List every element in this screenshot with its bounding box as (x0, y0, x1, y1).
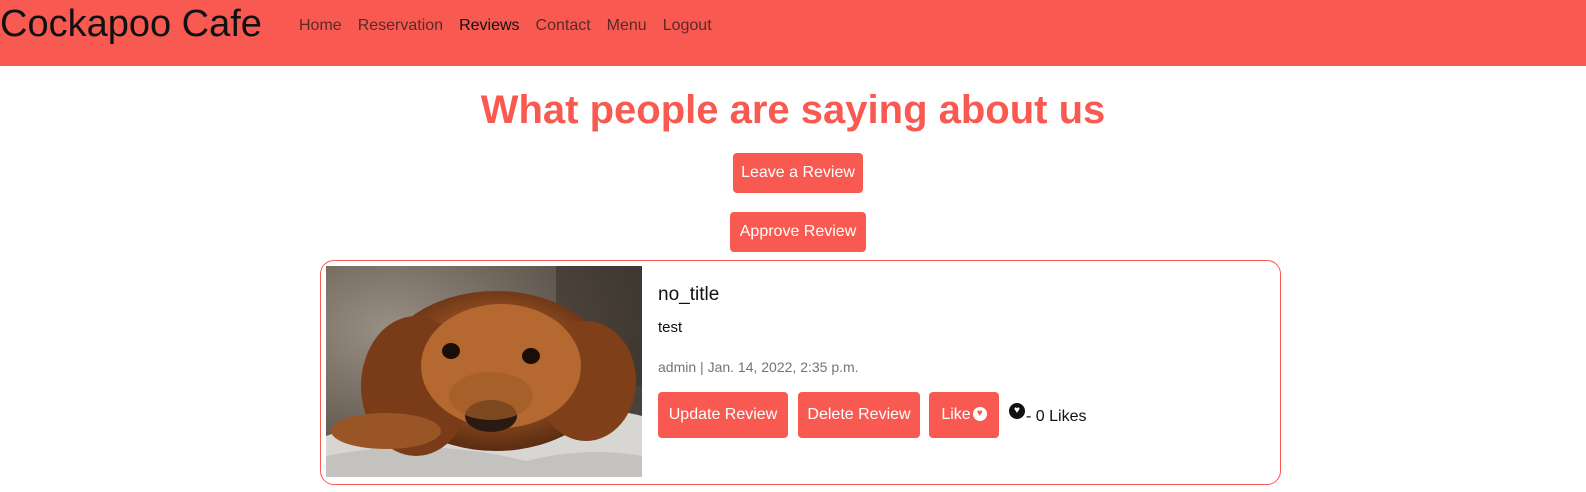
nav-link-home[interactable]: Home (299, 16, 342, 36)
like-button-label: Like (941, 406, 971, 423)
nav-links: Home Reservation Reviews Contact Menu Lo… (299, 16, 712, 36)
approve-review-button[interactable]: Approve Review (730, 212, 866, 252)
page-title: What people are saying about us (480, 88, 1106, 132)
review-date: Jan. 14, 2022, 2:35 p.m. (707, 359, 859, 375)
brand-logo-text[interactable]: Cockapoo Cafe (0, 2, 262, 46)
nav-link-menu[interactable]: Menu (607, 16, 647, 36)
nav-link-reservation[interactable]: Reservation (358, 16, 443, 36)
top-navbar: Cockapoo Cafe Home Reservation Reviews C… (0, 0, 1586, 66)
review-meta: admin | Jan. 14, 2022, 2:35 p.m. (658, 358, 859, 376)
review-image (326, 266, 642, 477)
nav-link-logout[interactable]: Logout (663, 16, 712, 36)
meta-separator: | (700, 359, 704, 375)
heart-icon: ♥ (972, 406, 987, 421)
update-review-button[interactable]: Update Review (658, 392, 788, 438)
nav-link-contact[interactable]: Contact (536, 16, 591, 36)
likes-count: ♥ - 0 Likes (1009, 403, 1087, 427)
heart-icon: ♥ (1009, 403, 1025, 419)
review-author: admin (658, 359, 697, 375)
review-title: no_title (658, 284, 720, 305)
nav-link-reviews[interactable]: Reviews (459, 16, 519, 36)
like-button[interactable]: Like ♥ (929, 392, 999, 438)
likes-count-text: - 0 Likes (1026, 408, 1087, 425)
review-card: no_title test admin | Jan. 14, 2022, 2:3… (320, 260, 1281, 485)
review-body: test (658, 319, 683, 336)
delete-review-button[interactable]: Delete Review (798, 392, 920, 438)
leave-review-button[interactable]: Leave a Review (733, 153, 863, 193)
